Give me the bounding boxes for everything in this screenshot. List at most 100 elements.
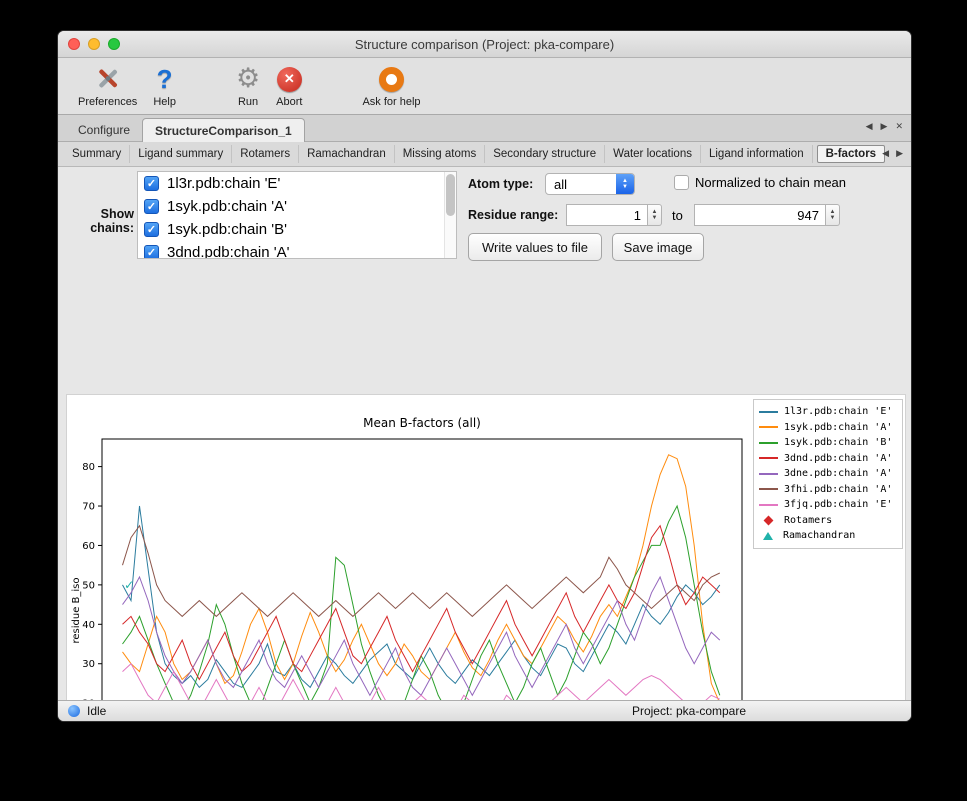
plot-frame	[102, 439, 742, 722]
y-axis-label: residue B_iso	[71, 577, 82, 643]
chart-legend: 1l3r.pdb:chain 'E' 1syk.pdb:chain 'A' 1syk…	[753, 399, 903, 549]
residue-to-input[interactable]	[694, 204, 826, 226]
legend-label: 1syk.pdb:chain 'B'	[784, 437, 892, 448]
status-bar: Idle Project: pka-compare	[58, 700, 911, 721]
residue-from-input[interactable]	[566, 204, 648, 226]
subtab-scroll-right-icon[interactable]: ▶	[896, 148, 903, 159]
tab-bar-controls: ◀ ▶ ✕	[866, 121, 903, 132]
subtab-ligand-summary[interactable]: Ligand summary	[130, 145, 232, 163]
toolbar-label: Help	[153, 96, 176, 108]
legend-label: 3fhi.pdb:chain 'A'	[784, 484, 892, 495]
legend-line-swatch	[759, 504, 778, 506]
svg-text:80: 80	[82, 462, 95, 473]
legend-line-swatch	[759, 457, 778, 459]
legend-line-swatch	[759, 426, 778, 428]
residue-from-stepper[interactable]: ▲▼	[648, 204, 662, 226]
ask-for-help-button[interactable]: Ask for help	[354, 63, 428, 108]
subtab-missing-atoms[interactable]: Missing atoms	[395, 145, 486, 163]
atom-type-dropdown[interactable]: all ▲▼	[545, 173, 635, 195]
svg-text:50: 50	[82, 580, 95, 591]
tab-structurecomparison-1[interactable]: StructureComparison_1	[142, 118, 305, 142]
subtab-b-factors[interactable]: B-factors	[817, 145, 885, 163]
chain-list-scrollbar[interactable]	[444, 172, 456, 258]
chain-checkbox[interactable]: ✓	[144, 176, 159, 191]
legend-line-swatch	[759, 473, 778, 475]
legend-label: 1l3r.pdb:chain 'E'	[784, 406, 892, 417]
chain-checkbox[interactable]: ✓	[144, 222, 159, 237]
legend-entry: 1syk.pdb:chain 'A'	[759, 420, 897, 436]
status-indicator-icon	[68, 705, 80, 717]
save-image-button[interactable]: Save image	[612, 233, 704, 261]
toolbar-label: Run	[238, 96, 258, 108]
status-text: Idle	[87, 704, 106, 718]
chain-list-item[interactable]: ✓ 1l3r.pdb:chain 'E'	[138, 172, 456, 195]
lifering-icon	[379, 63, 404, 95]
tab-scroll-left-icon[interactable]: ◀	[866, 121, 873, 132]
traffic-lights	[68, 38, 120, 50]
dropdown-arrows-icon: ▲▼	[616, 174, 634, 194]
show-chains-label: Show chains:	[62, 207, 134, 235]
legend-line-swatch	[759, 488, 778, 490]
svg-text:40: 40	[82, 620, 95, 631]
atom-type-label: Atom type:	[468, 177, 533, 191]
app-window: Structure comparison (Project: pka-compa…	[57, 30, 912, 722]
subtab-secondary-structure[interactable]: Secondary structure	[485, 145, 605, 163]
to-label: to	[672, 208, 683, 223]
chain-checkbox[interactable]: ✓	[144, 199, 159, 214]
subtab-scroll-left-icon[interactable]: ◀	[882, 148, 889, 159]
legend-entry: 1l3r.pdb:chain 'E'	[759, 404, 897, 420]
chain-list-item[interactable]: ✓ 3dnd.pdb:chain 'A'	[138, 241, 456, 259]
chart-panel: Mean B-factors (all)Residueresidue B_iso…	[66, 394, 906, 722]
gear-icon: ⚙	[236, 63, 260, 95]
legend-label: Rotamers	[784, 515, 832, 526]
chain-checkbox[interactable]: ✓	[144, 245, 159, 259]
atom-type-value: all	[546, 177, 616, 192]
legend-entry: 3fhi.pdb:chain 'A'	[759, 482, 897, 498]
abort-button[interactable]: ✕ Abort	[268, 63, 310, 108]
normalized-checkbox[interactable]	[674, 175, 689, 190]
check-marker: ✓	[124, 578, 134, 592]
chain-list-item[interactable]: ✓1syk.pdb:chain 'B'	[138, 218, 456, 241]
residue-to-stepper[interactable]: ▲▼	[826, 204, 840, 226]
subtab-water-locations[interactable]: Water locations	[605, 145, 701, 163]
chain-list-item[interactable]: ✓ 1syk.pdb:chain 'A'	[138, 195, 456, 218]
tab-close-icon[interactable]: ✕	[895, 121, 903, 132]
subtab-rotamers[interactable]: Rotamers	[232, 145, 299, 163]
abort-icon: ✕	[277, 63, 302, 95]
legend-label: 1syk.pdb:chain 'A'	[784, 422, 892, 433]
window-title: Structure comparison (Project: pka-compa…	[355, 37, 614, 52]
write-values-button[interactable]: Write values to file	[468, 233, 602, 261]
tab-configure[interactable]: Configure	[66, 118, 142, 141]
minimize-window-button[interactable]	[88, 38, 100, 50]
zoom-window-button[interactable]	[108, 38, 120, 50]
title-bar[interactable]: Structure comparison (Project: pka-compa…	[58, 31, 911, 58]
subtab-ramachandran[interactable]: Ramachandran	[299, 145, 395, 163]
close-window-button[interactable]	[68, 38, 80, 50]
run-button[interactable]: ⚙ Run	[228, 63, 268, 108]
residue-range-label: Residue range:	[468, 208, 558, 222]
chain-list[interactable]: ✓ 1l3r.pdb:chain 'E' ✓ 1syk.pdb:chain 'A' ✓1…	[137, 171, 457, 259]
svg-text:60: 60	[82, 541, 95, 552]
main-tab-bar: Configure StructureComparison_1 ◀ ▶ ✕	[58, 115, 911, 142]
chain-label: 3dnd.pdb:chain 'A'	[167, 244, 290, 259]
normalized-label: Normalized to chain mean	[695, 175, 846, 190]
toolbar-label: Preferences	[78, 96, 137, 108]
chain-label: 1syk.pdb:chain 'A'	[167, 198, 287, 215]
legend-line-swatch	[759, 411, 778, 413]
help-button[interactable]: ? Help	[145, 63, 184, 108]
toolbar: Preferences ? Help ⚙ Run ✕ Abort Ask for…	[58, 58, 911, 115]
preferences-button[interactable]: Preferences	[70, 63, 145, 108]
normalized-checkbox-group[interactable]: Normalized to chain mean	[674, 175, 846, 190]
subtab-ligand-information[interactable]: Ligand information	[701, 145, 813, 163]
tab-scroll-right-icon[interactable]: ▶	[881, 121, 888, 132]
diamond-marker-icon	[764, 515, 774, 525]
subtab-summary[interactable]: Summary	[64, 145, 130, 163]
triangle-marker-icon	[763, 532, 773, 540]
scrollbar-thumb[interactable]	[446, 174, 455, 216]
legend-label: 3fjq.pdb:chain 'E'	[784, 499, 892, 510]
chain-label: 1l3r.pdb:chain 'E'	[167, 175, 280, 192]
legend-label: 3dnd.pdb:chain 'A'	[784, 453, 892, 464]
legend-line-swatch	[759, 442, 778, 444]
subtab-arrows: ◀ ▶	[882, 148, 903, 159]
legend-entry: Rotamers	[759, 513, 897, 529]
